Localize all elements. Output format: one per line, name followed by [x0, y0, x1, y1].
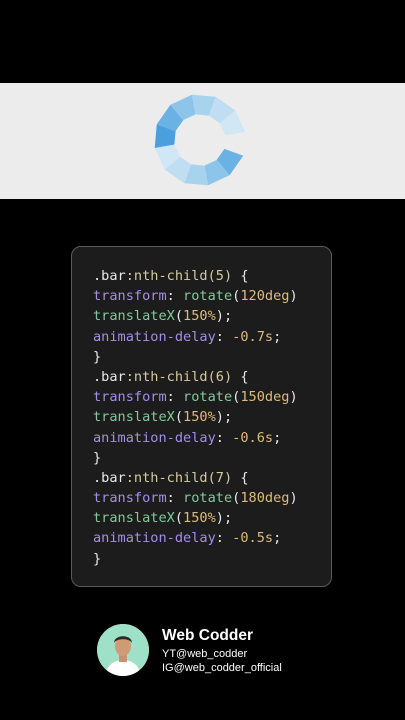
- code-token: }: [93, 449, 102, 466]
- code-snippet-card: .bar:nth-child(5) {transform: rotate(120…: [71, 246, 332, 587]
- code-token: .bar: [93, 368, 126, 385]
- code-token: :: [166, 490, 184, 507]
- code-token: rotate: [183, 389, 233, 406]
- code-token: ): [289, 490, 298, 507]
- code-line: translateX(150%);: [93, 306, 298, 326]
- code-token: rotate: [183, 288, 233, 305]
- code-line: translateX(150%);: [93, 508, 298, 528]
- code-line: .bar:nth-child(6) {: [93, 367, 298, 387]
- code-token: 150%: [183, 510, 216, 527]
- code-line: .bar:nth-child(7) {: [93, 468, 298, 488]
- code-line: animation-delay: -0.7s;: [93, 327, 298, 347]
- code-token: ): [289, 288, 298, 305]
- code-token: translateX: [93, 308, 175, 325]
- avatar: [97, 624, 149, 676]
- code-token: 150%: [183, 308, 216, 325]
- code-line: translateX(150%);: [93, 407, 298, 427]
- code-token: rotate: [183, 490, 233, 507]
- code-token: 180deg: [240, 490, 290, 507]
- code-token: {: [232, 469, 249, 486]
- loading-spinner-icon: [154, 94, 246, 186]
- code-token: {: [232, 268, 249, 284]
- code-token: (: [174, 510, 184, 527]
- code-line: }: [93, 549, 298, 569]
- code-line: .bar:nth-child(5) {: [93, 266, 298, 286]
- code-token: 150deg: [240, 389, 290, 406]
- instagram-handle: IG@web_codder_official: [162, 662, 282, 674]
- code-token: );: [215, 510, 233, 527]
- code-token: :nth-child(5): [125, 268, 233, 284]
- code-token: animation-delay: [93, 429, 216, 446]
- code-token: -0.5s: [232, 530, 274, 547]
- spinner-preview: [0, 83, 405, 199]
- code-line: animation-delay: -0.6s;: [93, 428, 298, 448]
- code-token: (: [174, 308, 184, 325]
- code-token: (: [174, 409, 184, 426]
- code-token: }: [93, 348, 102, 365]
- code-token: ): [289, 389, 298, 406]
- code-token: :: [215, 530, 233, 547]
- code-line: transform: rotate(120deg): [93, 286, 298, 306]
- code-token: animation-delay: [93, 530, 216, 547]
- code-token: translateX: [93, 409, 175, 426]
- code-token: :: [215, 429, 233, 446]
- code-token: 120deg: [240, 288, 290, 305]
- code-block: .bar:nth-child(5) {transform: rotate(120…: [93, 266, 298, 569]
- code-line: transform: rotate(180deg): [93, 488, 298, 508]
- code-line: transform: rotate(150deg): [93, 387, 298, 407]
- code-token: 150%: [183, 409, 216, 426]
- code-token: transform: [93, 389, 167, 406]
- code-token: transform: [93, 288, 167, 305]
- code-token: ;: [273, 530, 282, 547]
- code-token: -0.6s: [232, 429, 274, 446]
- code-token: );: [215, 409, 233, 426]
- code-line: }: [93, 347, 298, 367]
- code-token: ;: [273, 328, 282, 345]
- code-token: -0.7s: [232, 328, 274, 345]
- code-token: .bar: [93, 469, 126, 486]
- code-token: animation-delay: [93, 328, 216, 345]
- code-token: {: [232, 368, 249, 385]
- youtube-handle: YT@web_codder: [162, 648, 248, 660]
- code-token: :nth-child(7): [125, 469, 233, 486]
- code-token: ;: [273, 429, 282, 446]
- channel-name: Web Codder: [162, 627, 253, 644]
- code-token: .bar: [93, 268, 126, 284]
- code-line: animation-delay: -0.5s;: [93, 528, 298, 548]
- code-token: );: [215, 308, 233, 325]
- code-line: }: [93, 448, 298, 468]
- code-token: translateX: [93, 510, 175, 527]
- code-token: :: [166, 288, 184, 305]
- code-token: :nth-child(6): [125, 368, 233, 385]
- code-token: }: [93, 550, 102, 567]
- code-token: transform: [93, 490, 167, 507]
- code-token: :: [215, 328, 233, 345]
- code-token: :: [166, 389, 184, 406]
